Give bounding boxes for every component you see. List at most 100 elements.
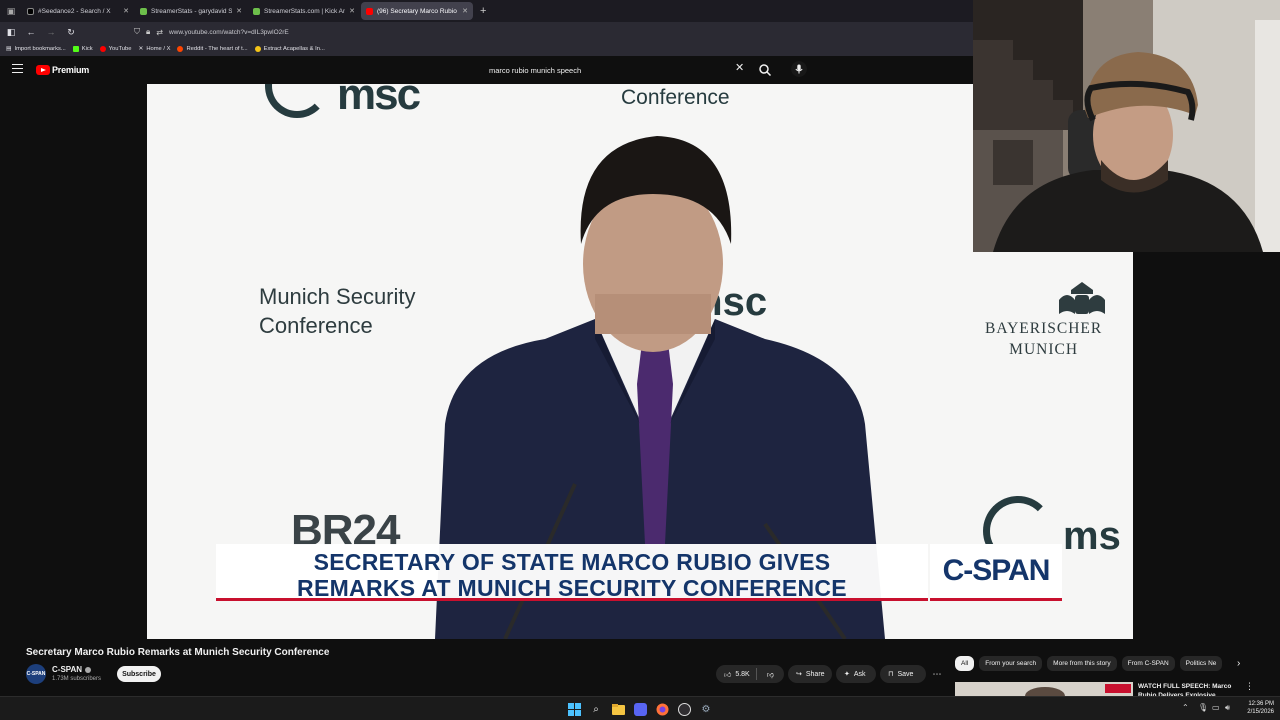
tab-streamerstats-kick[interactable]: StreamerStats.com | Kick Analyt ✕ (248, 2, 360, 20)
close-tab-icon[interactable]: ✕ (236, 7, 242, 15)
lock-icon[interactable]: 🔒︎ (146, 27, 150, 37)
kick-icon (72, 46, 79, 52)
microphone-icon[interactable]: 🎙︎ (1198, 703, 1208, 712)
bookmarks-bar: ▤ Import bookmarks... Kick YouTube ✕ Home … (0, 42, 973, 56)
hamburger-menu-icon[interactable] (12, 64, 23, 73)
obs-icon[interactable] (676, 701, 692, 717)
discord-icon[interactable] (632, 701, 648, 717)
address-bar[interactable]: ⛉ 🔒︎ ⇄ www.youtube.com/watch?v=dIL3pwlO2… (134, 24, 834, 40)
backdrop-conference-top: Conference (621, 86, 730, 109)
youtube-logo-icon[interactable] (36, 65, 50, 75)
tab-title: StreamerStats.com | Kick Analyt (264, 7, 346, 15)
sidebar-toggle-icon[interactable]: ◧ (2, 23, 20, 41)
ask-button[interactable]: ✦ Ask (836, 665, 876, 683)
like-dislike-group: 👍︎ 5.8K 👎︎ (716, 665, 784, 683)
avatar[interactable]: C-SPAN (26, 664, 46, 684)
verified-icon (85, 666, 92, 673)
youtube-brand[interactable]: Premium (52, 65, 89, 75)
chevron-right-icon[interactable]: › (1237, 658, 1240, 669)
network-icon[interactable]: ▭ (1212, 703, 1220, 712)
bookmark-acapellas[interactable]: Extract Acapellas & In... (254, 46, 325, 52)
acapellas-icon (254, 46, 261, 52)
recommended-video-thumbnail[interactable] (955, 682, 1133, 696)
bayerischer-crest-icon (1059, 282, 1105, 314)
reload-button[interactable]: ↻ (62, 23, 80, 41)
back-button[interactable]: ← (22, 23, 40, 41)
bookmark-import[interactable]: ▤ Import bookmarks... (6, 46, 66, 52)
cspan-logo: C-SPAN (930, 544, 1062, 601)
webcam-overlay (973, 0, 1280, 252)
bookmark-reddit[interactable]: Reddit - The heart of t... (177, 46, 248, 52)
forward-button[interactable]: → (42, 23, 60, 41)
thumbnail-image (955, 682, 1133, 696)
backdrop-munich-security-conference: Munich Security Conference (259, 284, 416, 338)
taskbar: ⌕ ⚙ ⌃ 🎙︎ ▭ 🔊︎ 12:36 PM 2/15/2026 (0, 696, 1280, 720)
chevron-up-icon[interactable]: ⌃ (1182, 703, 1189, 712)
dislike-button[interactable]: 👎︎ (761, 670, 780, 679)
related-filter-chips: All From your search More from this stor… (955, 656, 1255, 672)
subscribe-button[interactable]: Subscribe (117, 666, 161, 682)
close-tab-icon[interactable]: ✕ (123, 7, 129, 15)
streamerstats-icon (253, 7, 260, 15)
tab-seedance[interactable]: #Seedance2 - Search / X ✕ (22, 2, 134, 20)
chip-all[interactable]: All (955, 656, 975, 671)
bookmark-icon: ⊓ (888, 671, 894, 678)
chip-more-from-this-story[interactable]: More from this story (1047, 656, 1117, 671)
bookmark-x[interactable]: ✕ Home / X (138, 46, 170, 52)
share-button[interactable]: ↪ Share (788, 665, 832, 683)
like-button[interactable]: 👍︎ 5.8K (716, 668, 757, 680)
search-query[interactable]: marco rubio munich speech (489, 66, 581, 75)
webcam-scene (973, 0, 1280, 252)
bookmark-import-icon: ▤ (6, 46, 12, 52)
url-text[interactable]: www.youtube.com/watch?v=dIL3pwlO2rE (169, 29, 289, 36)
thumbs-up-icon: 👍︎ (724, 671, 732, 679)
chyron-banner: SECRETARY OF STATE MARCO RUBIO GIVES REM… (216, 544, 928, 601)
close-tab-icon[interactable]: ✕ (462, 7, 468, 15)
search-input[interactable]: marco rubio munich speech (481, 58, 751, 82)
search-icon[interactable] (758, 63, 772, 77)
permissions-icon[interactable]: ⇄ (156, 28, 163, 37)
file-explorer-icon[interactable] (610, 701, 626, 717)
browser-tab-bar: ▣ #Seedance2 - Search / X ✕ StreamerStat… (0, 0, 973, 22)
new-tab-button[interactable]: + (480, 5, 486, 17)
chip-from-your-search[interactable]: From your search (979, 656, 1043, 671)
backdrop-msc-bottom-right: ms (1063, 514, 1121, 558)
channel-name[interactable]: C-SPAN (52, 665, 92, 674)
settings-icon[interactable]: ⚙ (698, 701, 714, 717)
tab-list-icon[interactable]: ▣ (0, 0, 22, 22)
shield-icon[interactable]: ⛉ (134, 27, 140, 37)
subscriber-count: 1.73M subscribers (52, 676, 102, 682)
backdrop-msc-top: msc (337, 84, 421, 119)
kebab-menu-icon[interactable]: ⋮ (1245, 681, 1254, 692)
browser-nav-bar: ◧ ← → ↻ ⛉ 🔒︎ ⇄ www.youtube.com/watch?v=d… (0, 22, 973, 42)
tab-streamerstats-gary[interactable]: StreamerStats - garydavid Strea ✕ (135, 2, 247, 20)
bookmark-kick[interactable]: Kick (72, 46, 93, 52)
search-icon[interactable]: ⌕ (588, 701, 604, 717)
chyron-line-1: SECRETARY OF STATE MARCO RUBIO GIVES (313, 549, 831, 575)
more-actions-icon[interactable]: ⋯ (930, 665, 944, 683)
tab-youtube-rubio[interactable]: (96) Secretary Marco Rubio ✕ (361, 2, 473, 20)
windows-start-icon[interactable] (566, 701, 582, 717)
video-title: Secretary Marco Rubio Remarks at Munich … (26, 647, 330, 658)
youtube-icon (366, 7, 373, 15)
tab-title: (96) Secretary Marco Rubio (377, 7, 457, 15)
chip-politics-news[interactable]: Politics Ne (1179, 656, 1223, 671)
clear-search-icon[interactable]: ✕ (735, 63, 744, 74)
youtube-icon (99, 46, 106, 52)
bookmark-youtube[interactable]: YouTube (99, 46, 131, 52)
volume-icon[interactable]: 🔊︎ (1225, 703, 1230, 713)
taskbar-clock[interactable]: 12:36 PM 2/15/2026 (1238, 700, 1274, 716)
backdrop-bayerischer-munich: BAYERISCHER MUNICH (985, 320, 1103, 358)
like-count: 5.8K (735, 670, 750, 678)
close-tab-icon[interactable]: ✕ (349, 7, 355, 15)
microphone-icon[interactable] (791, 61, 807, 77)
youtube-masthead: Premium marco rubio munich speech ✕ (0, 56, 973, 84)
recommended-video-title[interactable]: WATCH FULL SPEECH: Marco Rubio Delivers … (1138, 682, 1238, 696)
chip-from-cspan[interactable]: From C-SPAN (1121, 656, 1175, 671)
x-icon: ✕ (138, 46, 144, 52)
reddit-icon (177, 46, 184, 52)
chyron-line-2: REMARKS AT MUNICH SECURITY CONFERENCE (297, 575, 847, 601)
firefox-icon[interactable] (654, 701, 670, 717)
save-button[interactable]: ⊓ Save (880, 665, 926, 683)
x-icon (27, 7, 34, 15)
